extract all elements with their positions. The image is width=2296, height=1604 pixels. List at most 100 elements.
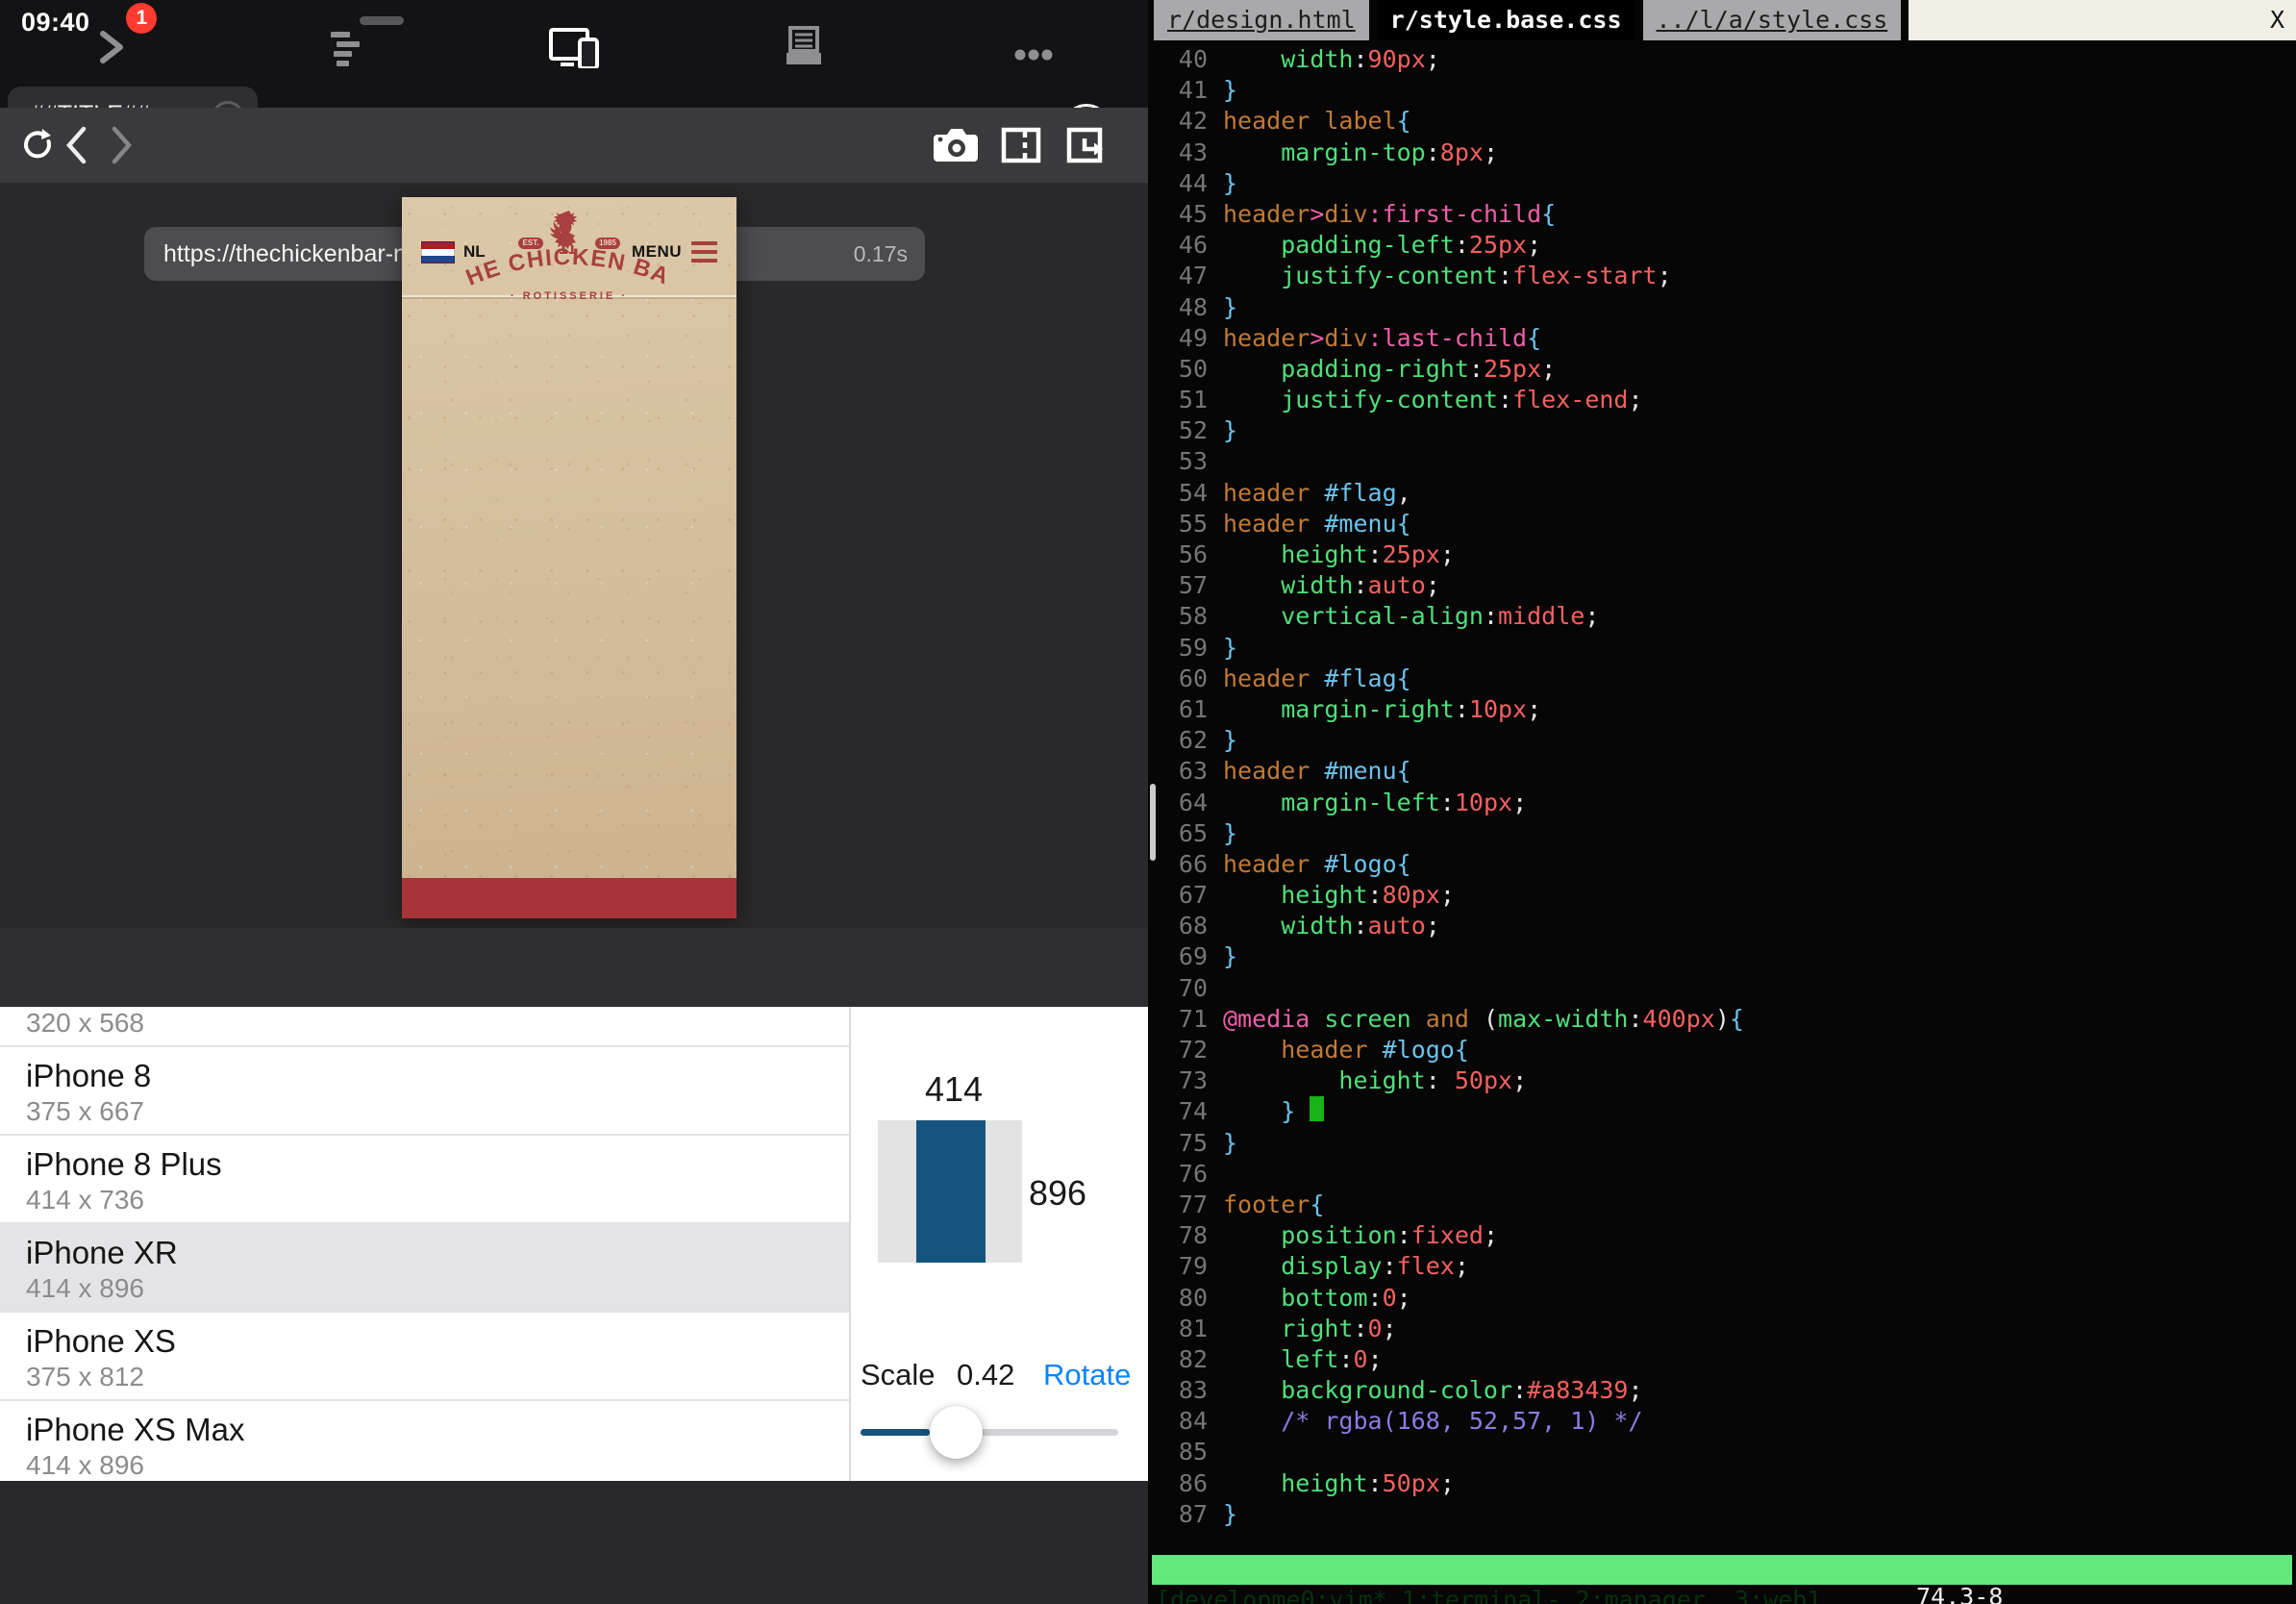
line-number: 58 [1152,601,1208,632]
logo-est: EST. [523,238,539,247]
line-number: 61 [1152,694,1208,725]
preset-size: 375 x 812 [26,1363,849,1391]
line-number: 59 [1152,633,1208,664]
tmux-windows: [developme0:vim* 1:terminal- 2:manager 3… [1156,1585,1821,1604]
line-number: 56 [1152,539,1208,570]
tmux-status-bar: [developme0:vim* 1:terminal- 2:manager 3… [1152,1555,2292,1585]
line-number: 54 [1152,478,1208,509]
device-preset-row[interactable]: iPhone XS375 x 812 [0,1313,849,1401]
dimension-width-value: 414 [925,1069,983,1110]
hamburger-icon [691,241,717,263]
code-line: 64 margin-left:10px; [1152,788,2296,818]
projects-icon [783,9,825,68]
scale-slider-track[interactable] [861,1429,1118,1436]
code-line: 42header label{ [1152,106,2296,137]
device-preset-row[interactable]: iPhone XR414 x 896 [0,1224,849,1313]
code-line: 81 right:0; [1152,1314,2296,1344]
editor-scrollbar[interactable] [1150,784,1156,861]
line-number: 69 [1152,941,1208,972]
device-preset-row[interactable]: 320 x 568 [0,1009,849,1047]
rotate-device-icon[interactable] [1063,108,1110,183]
clock: 09:40 [21,8,90,38]
code-line: 50 padding-right:25px; [1152,354,2296,385]
line-number: 74 [1152,1096,1208,1127]
line-number: 42 [1152,106,1208,137]
device-preset-list: 320 x 568iPhone 8375 x 667iPhone 8 Plus4… [0,1007,849,1481]
code-line: 62} [1152,725,2296,756]
split-view-icon[interactable] [998,108,1044,183]
code-line: 75} [1152,1128,2296,1159]
forward-icon[interactable] [106,108,138,183]
line-number: 80 [1152,1283,1208,1314]
code-line: 63header #menu{ [1152,756,2296,787]
preset-name: iPhone 8 [26,1057,849,1095]
reload-icon[interactable] [17,108,56,183]
line-number: 52 [1152,415,1208,446]
devices-icon [549,9,599,68]
line-number: 68 [1152,911,1208,941]
line-number: 72 [1152,1035,1208,1065]
vim-tab[interactable]: ../l/a/style.css [1643,0,1902,40]
site-footer-bar [402,878,736,918]
preset-name: iPhone XS [26,1322,849,1361]
code-line: 83 background-color:#a83439; [1152,1375,2296,1406]
code-line: 72 header #logo{ [1152,1035,2296,1065]
preset-size: 414 x 896 [26,1274,849,1303]
line-number: 78 [1152,1220,1208,1251]
code-line: 52} [1152,415,2296,446]
code-line: 51 justify-content:flex-end; [1152,385,2296,415]
vim-tab[interactable]: r/style.base.css [1377,0,1635,40]
scale-value: 0.42 [957,1358,1014,1392]
code-line: 49header>div:last-child{ [1152,323,2296,354]
line-number: 82 [1152,1344,1208,1375]
line-number: 84 [1152,1406,1208,1437]
line-number: 55 [1152,509,1208,539]
line-number: 51 [1152,385,1208,415]
site-header: NL MENU EST. 1985 [402,197,736,297]
browser-toolbar: https://thechickenbar-nl-development.lem… [0,108,1148,183]
rotate-button[interactable]: Rotate [1043,1358,1131,1392]
code-line: 86 height:50px; [1152,1468,2296,1499]
device-preset-row[interactable]: iPhone 8375 x 667 [0,1047,849,1136]
code-editor: 40 width:90px;41}42header label{43 margi… [1152,44,2296,1530]
line-number: 48 [1152,292,1208,323]
code-line: 41} [1152,75,2296,106]
line-number: 66 [1152,849,1208,880]
code-line: 61 margin-right:10px; [1152,694,2296,725]
code-line: 71@media screen and (max-width:400px){ [1152,1004,2296,1035]
browser-pane: 09:40 ##TITLE## https://thechickenbar-nl… [0,0,1148,1604]
code-line: 66header #logo{ [1152,849,2296,880]
chicken-bar-logo: EST. 1985 THE CHICKEN BAR · ROTISSERIE · [449,203,689,303]
code-line: 44} [1152,168,2296,199]
code-line: 82 left:0; [1152,1344,2296,1375]
code-line: 54header #flag, [1152,478,2296,509]
line-number: 41 [1152,75,1208,106]
vim-tabline: r/design.htmlr/style.base.css../l/a/styl… [1154,0,2296,40]
device-preset-row[interactable]: iPhone XS Max414 x 896 [0,1401,849,1481]
back-icon[interactable] [60,108,92,183]
terminal-pane[interactable]: r/design.htmlr/style.base.css../l/a/styl… [1148,0,2296,1604]
code-line: 68 width:auto; [1152,911,2296,941]
window-drag-handle[interactable] [360,16,404,25]
scale-slider-knob[interactable] [930,1406,983,1459]
line-number: 49 [1152,323,1208,354]
line-number: 73 [1152,1065,1208,1096]
vim-status-line: "result/style.base.css" 114L, 1796C writ… [1148,1525,2296,1554]
scale-label: Scale [861,1358,936,1392]
line-number: 79 [1152,1251,1208,1282]
screenshot-camera-icon[interactable] [931,108,981,183]
line-number: 43 [1152,138,1208,168]
device-preset-row[interactable]: iPhone 8 Plus414 x 736 [0,1136,849,1224]
code-line: 46 padding-left:25px; [1152,230,2296,261]
line-number: 44 [1152,168,1208,199]
line-number: 85 [1152,1437,1208,1467]
line-number: 63 [1152,756,1208,787]
code-line: 84 /* rgba(168, 52,57, 1) */ [1152,1406,2296,1437]
line-number: 86 [1152,1468,1208,1499]
web-preview[interactable]: NL MENU EST. 1985 [402,197,736,918]
vim-tabline-close[interactable]: X [1909,0,2296,40]
code-line: 70 [1152,973,2296,1004]
vim-tab[interactable]: r/design.html [1154,0,1369,40]
screen: 09:40 ##TITLE## https://thechickenbar-nl… [0,0,2296,1604]
line-number: 76 [1152,1159,1208,1190]
